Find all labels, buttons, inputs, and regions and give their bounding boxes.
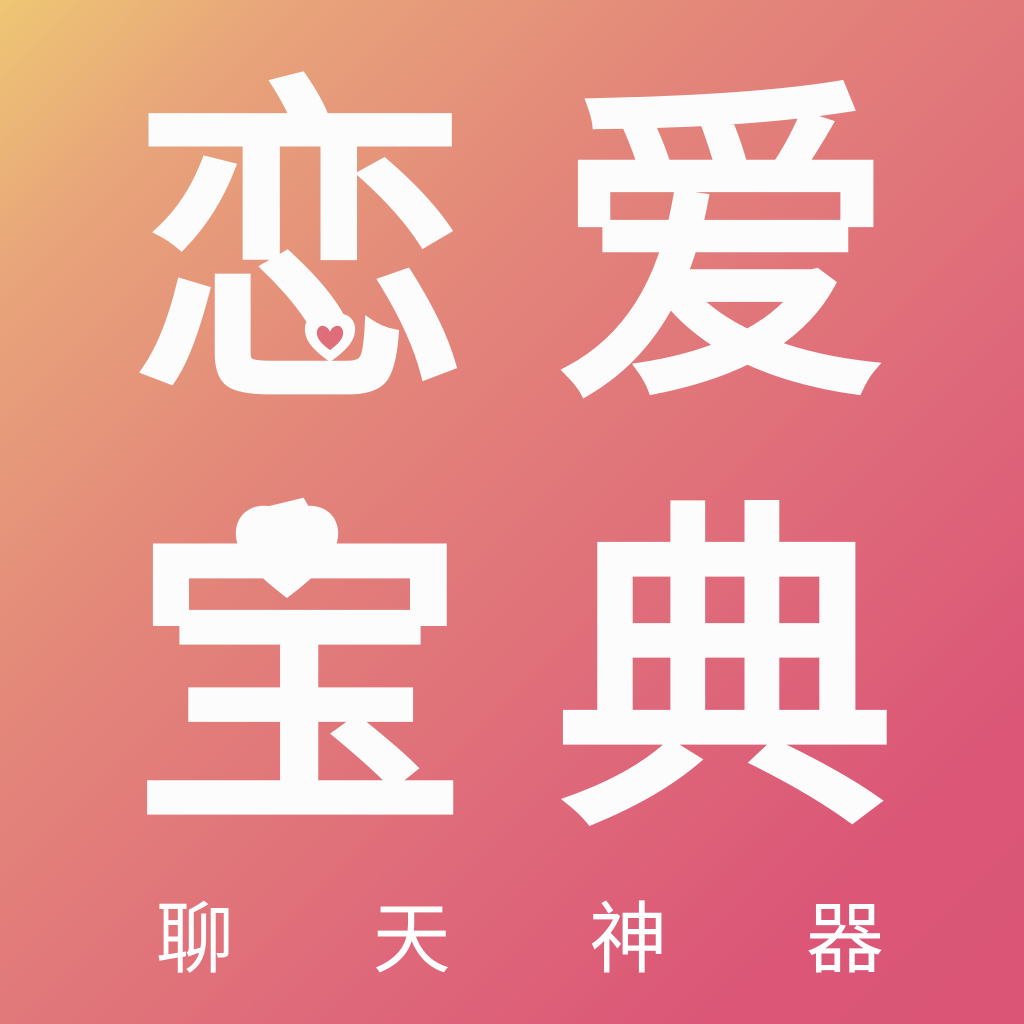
title-char-lian: 恋 — [130, 52, 470, 448]
title-char-ai: 爱 — [555, 52, 895, 448]
heart-icon — [300, 310, 360, 366]
subtitle-char-shen: 神 — [589, 895, 668, 985]
title-char-dian: 典 — [555, 477, 895, 873]
subtitle-char-liao: 聊 — [155, 895, 234, 985]
app-icon: 恋 爱 宝 典 聊 天 神 器 — [0, 0, 1024, 1024]
subtitle-char-qi: 器 — [805, 895, 884, 985]
subtitle-char-tian: 天 — [372, 895, 451, 985]
heart-icon — [232, 502, 342, 602]
subtitle: 聊 天 神 器 — [150, 895, 890, 985]
